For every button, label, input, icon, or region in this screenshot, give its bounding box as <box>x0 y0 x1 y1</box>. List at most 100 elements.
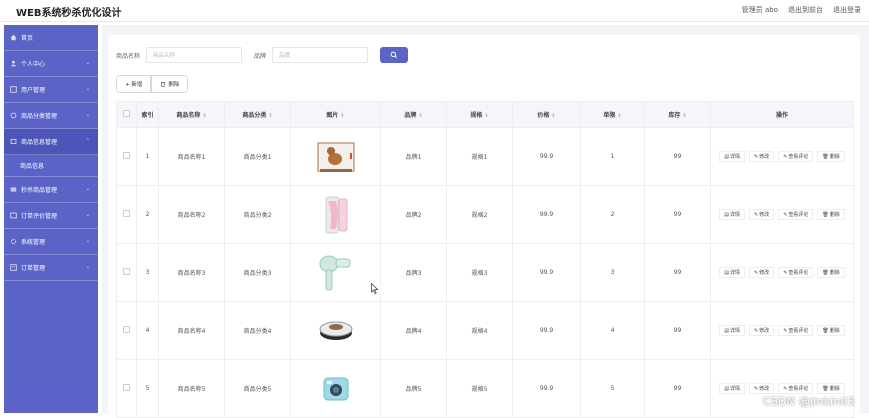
product-image <box>316 311 356 351</box>
row-checkbox[interactable] <box>117 302 137 360</box>
sidebar-item-order-review[interactable]: 订单评价管理 ⌄ <box>4 203 98 229</box>
chevron-up-icon: ⌃ <box>86 138 90 144</box>
delete-button[interactable]: 删除 <box>151 75 188 93</box>
chevron-down-icon: ⌄ <box>86 238 90 244</box>
cell-price: 99.9 <box>513 302 581 360</box>
sidebar-subitem-product-info[interactable]: 商品信息 <box>4 155 98 177</box>
sidebar: 首页 个人中心 ⌄ 用户管理 ⌄ 商品分类管理 ⌄ 商品信息管理 ⌃ 商品信息 <box>4 25 98 413</box>
cell-image <box>291 302 381 360</box>
sidebar-item-home[interactable]: 首页 <box>4 25 98 51</box>
delete-button-label: 删除 <box>168 80 179 88</box>
brand-input[interactable]: 品牌 <box>272 47 368 63</box>
trash-icon: 🗑 <box>822 386 828 392</box>
edit-button[interactable]: ✎修改 <box>749 325 774 336</box>
sidebar-item-label: 个人中心 <box>21 59 45 68</box>
back-to-front-link[interactable]: 退出到前台 <box>788 5 823 15</box>
edit-button[interactable]: ✎修改 <box>749 151 774 162</box>
col-header-name[interactable]: 商品名称⇕ <box>159 102 225 128</box>
document-icon: ▤ <box>724 270 729 276</box>
settings-icon <box>10 112 17 119</box>
detail-button[interactable]: ▤详情 <box>719 209 745 220</box>
sidebar-item-product-info[interactable]: 商品信息管理 ⌃ <box>4 129 98 155</box>
row-checkbox[interactable] <box>117 360 137 418</box>
detail-button[interactable]: ▤详情 <box>719 325 745 336</box>
col-header-image[interactable]: 图片⇕ <box>291 102 381 128</box>
user-icon <box>10 60 17 67</box>
cell-actions: ▤详情 ✎修改 ✎查看评论 🗑删除 <box>711 302 854 360</box>
view-reviews-button[interactable]: ✎查看评论 <box>778 383 813 394</box>
cell-image <box>291 360 381 418</box>
row-checkbox[interactable] <box>117 128 137 186</box>
sidebar-item-label: 商品分类管理 <box>21 111 57 120</box>
logout-link[interactable]: 退出登录 <box>833 5 861 15</box>
product-image <box>316 195 356 235</box>
select-all-checkbox[interactable] <box>117 102 137 128</box>
delete-row-button[interactable]: 🗑删除 <box>817 151 844 162</box>
cell-spec: 规格4 <box>447 302 513 360</box>
row-checkbox[interactable] <box>117 186 137 244</box>
cell-name: 商品名称3 <box>159 244 225 302</box>
col-header-stock[interactable]: 库存⇕ <box>645 102 711 128</box>
trash-icon <box>160 81 166 87</box>
table-row: 4商品名称4商品分类4品牌4规格499.9499▤详情✎修改✎查看评论🗑删除 <box>117 302 854 360</box>
product-image <box>316 253 356 293</box>
sidebar-item-category[interactable]: 商品分类管理 ⌄ <box>4 103 98 129</box>
cell-stock: 99 <box>645 244 711 302</box>
document-icon: ▤ <box>724 328 729 334</box>
col-header-limit[interactable]: 单限⇕ <box>581 102 645 128</box>
pencil-icon: ✎ <box>783 328 787 334</box>
admin-label: 管理员 abo <box>742 5 778 15</box>
row-checkbox[interactable] <box>117 244 137 302</box>
cell-index: 3 <box>137 244 159 302</box>
cell-price: 99.9 <box>513 244 581 302</box>
cell-category: 商品分类2 <box>225 186 291 244</box>
delete-row-button[interactable]: 🗑删除 <box>817 325 844 336</box>
search-button[interactable] <box>380 47 408 63</box>
edit-button[interactable]: ✎修改 <box>749 267 774 278</box>
sidebar-item-profile[interactable]: 个人中心 ⌄ <box>4 51 98 77</box>
document-icon: ▤ <box>724 386 729 392</box>
delete-row-button[interactable]: 🗑删除 <box>817 209 844 220</box>
chevron-down-icon: ⌄ <box>86 212 90 218</box>
edit-button[interactable]: ✎修改 <box>749 383 774 394</box>
view-reviews-button[interactable]: ✎查看评论 <box>778 209 813 220</box>
trash-icon: 🗑 <box>822 154 828 160</box>
view-reviews-button[interactable]: ✎查看评论 <box>778 267 813 278</box>
sidebar-item-label: 秒杀商品管理 <box>21 185 57 194</box>
delete-row-button[interactable]: 🗑删除 <box>817 267 844 278</box>
main-content: 商品名称 商品名称 品牌 品牌 + 新增 删除 索引 商品名 <box>102 25 869 413</box>
chevron-down-icon: ⌄ <box>86 264 90 270</box>
cell-brand: 品牌5 <box>381 360 447 418</box>
cell-spec: 规格5 <box>447 360 513 418</box>
cell-name: 商品名称1 <box>159 128 225 186</box>
app-title: WEB系统秒杀优化设计 <box>16 4 121 19</box>
sidebar-item-label: 首页 <box>21 33 33 42</box>
col-header-brand[interactable]: 品牌⇕ <box>381 102 447 128</box>
cell-brand: 品牌1 <box>381 128 447 186</box>
name-input[interactable]: 商品名称 <box>146 47 242 63</box>
sidebar-item-users[interactable]: 用户管理 ⌄ <box>4 77 98 103</box>
sidebar-item-system[interactable]: 系统管理 ⌄ <box>4 229 98 255</box>
detail-button[interactable]: ▤详情 <box>719 267 745 278</box>
col-header-category[interactable]: 商品分类⇕ <box>225 102 291 128</box>
chevron-down-icon: ⌄ <box>86 86 90 92</box>
pencil-icon: ✎ <box>754 212 758 218</box>
edit-button[interactable]: ✎修改 <box>749 209 774 220</box>
add-button[interactable]: + 新增 <box>116 75 151 93</box>
product-image <box>316 369 356 409</box>
cell-name: 商品名称5 <box>159 360 225 418</box>
cell-limit: 4 <box>581 302 645 360</box>
sidebar-item-flash-sale[interactable]: 秒杀商品管理 ⌄ <box>4 177 98 203</box>
col-header-price[interactable]: 价格⇕ <box>513 102 581 128</box>
view-reviews-button[interactable]: ✎查看评论 <box>778 325 813 336</box>
detail-button[interactable]: ▤详情 <box>719 383 745 394</box>
col-header-spec[interactable]: 规格⇕ <box>447 102 513 128</box>
col-header-index: 索引 <box>137 102 159 128</box>
cell-image <box>291 186 381 244</box>
sidebar-item-orders[interactable]: 订单管理 ⌄ <box>4 255 98 281</box>
cell-price: 99.9 <box>513 360 581 418</box>
detail-button[interactable]: ▤详情 <box>719 151 745 162</box>
pencil-icon: ✎ <box>754 270 758 276</box>
delete-row-button[interactable]: 🗑删除 <box>817 383 844 394</box>
view-reviews-button[interactable]: ✎查看评论 <box>778 151 813 162</box>
